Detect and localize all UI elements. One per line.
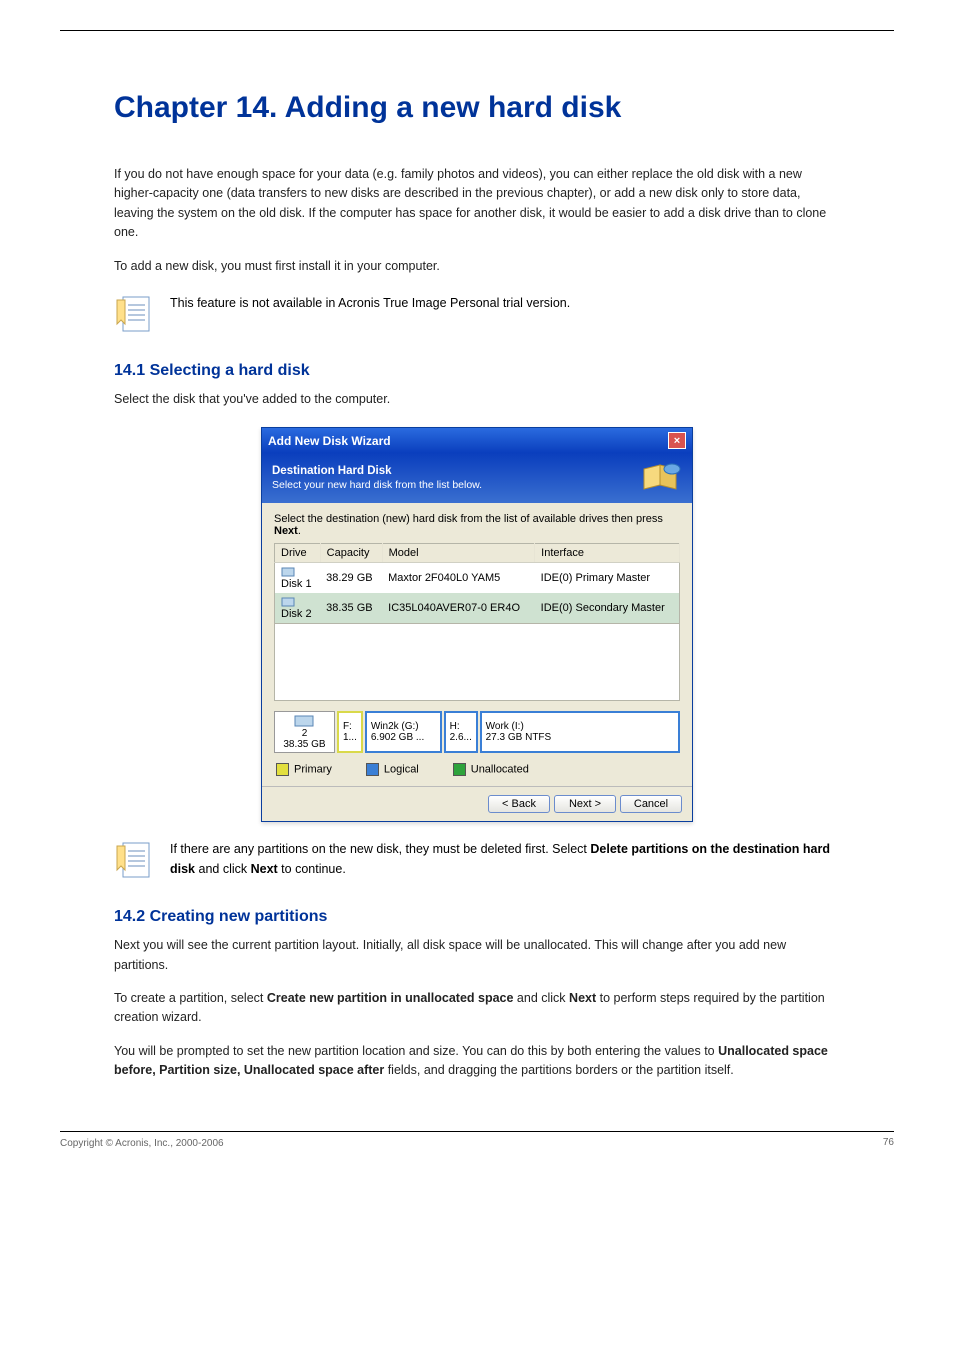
note-text: If there are any partitions on the new d… — [170, 840, 840, 879]
body-paragraph: To create a partition, select Create new… — [114, 989, 840, 1028]
chapter-title: Chapter 14. Adding a new hard disk — [114, 91, 894, 125]
close-icon[interactable]: × — [668, 432, 686, 449]
back-button[interactable]: < Back — [488, 795, 550, 813]
table-row[interactable]: Disk 1 38.29 GB Maxtor 2F040L0 YAM5 IDE(… — [275, 563, 680, 594]
next-button[interactable]: Next > — [554, 795, 616, 813]
wizard-book-icon — [642, 461, 682, 495]
section-14-1-title: 14.1 Selecting a hard disk — [114, 362, 840, 380]
intro-paragraph: If you do not have enough space for your… — [114, 165, 840, 243]
col-drive[interactable]: Drive — [275, 544, 321, 563]
dialog-title: Add New Disk Wizard — [268, 434, 391, 448]
body-paragraph: You will be prompted to set the new part… — [114, 1042, 840, 1081]
table-row[interactable]: Disk 2 38.35 GB IC35L040AVER07-0 ER4O ID… — [275, 593, 680, 624]
partition-map: 2 38.35 GB F:1...Win2k (G:)6.902 GB ...H… — [274, 711, 680, 753]
partition: Win2k (G:)6.902 GB ... — [365, 711, 442, 753]
note-icon — [114, 840, 154, 882]
hdd-icon — [294, 714, 314, 728]
drives-table[interactable]: Drive Capacity Model Interface — [274, 543, 680, 624]
col-model[interactable]: Model — [382, 544, 535, 563]
add-new-disk-wizard-dialog: Add New Disk Wizard × Destination Hard D… — [261, 427, 693, 822]
dialog-header-title: Destination Hard Disk — [272, 465, 482, 477]
note-icon — [114, 294, 154, 336]
partition-legend: Primary Logical Unallocated — [276, 763, 680, 776]
dialog-instruction: Select the destination (new) hard disk f… — [274, 513, 680, 537]
hdd-icon — [281, 566, 314, 578]
note-text: This feature is not available in Acronis… — [170, 294, 840, 313]
hdd-icon — [281, 596, 314, 608]
legend-swatch-logical — [366, 763, 379, 776]
legend-swatch-primary — [276, 763, 289, 776]
intro-paragraph-2: To add a new disk, you must first instal… — [114, 257, 840, 276]
partition: F:1... — [337, 711, 363, 753]
partition: H:2.6... — [444, 711, 478, 753]
select-paragraph: Select the disk that you've added to the… — [114, 390, 840, 409]
legend-swatch-unallocated — [453, 763, 466, 776]
disk-cell: 2 38.35 GB — [274, 711, 335, 753]
col-capacity[interactable]: Capacity — [320, 544, 382, 563]
col-interface[interactable]: Interface — [535, 544, 680, 563]
body-paragraph: Next you will see the current partition … — [114, 936, 840, 975]
cancel-button[interactable]: Cancel — [620, 795, 682, 813]
dialog-header-sub: Select your new hard disk from the list … — [272, 479, 482, 491]
section-14-2-title: 14.2 Creating new partitions — [114, 908, 840, 926]
partition: Work (I:)27.3 GB NTFS — [480, 711, 680, 753]
